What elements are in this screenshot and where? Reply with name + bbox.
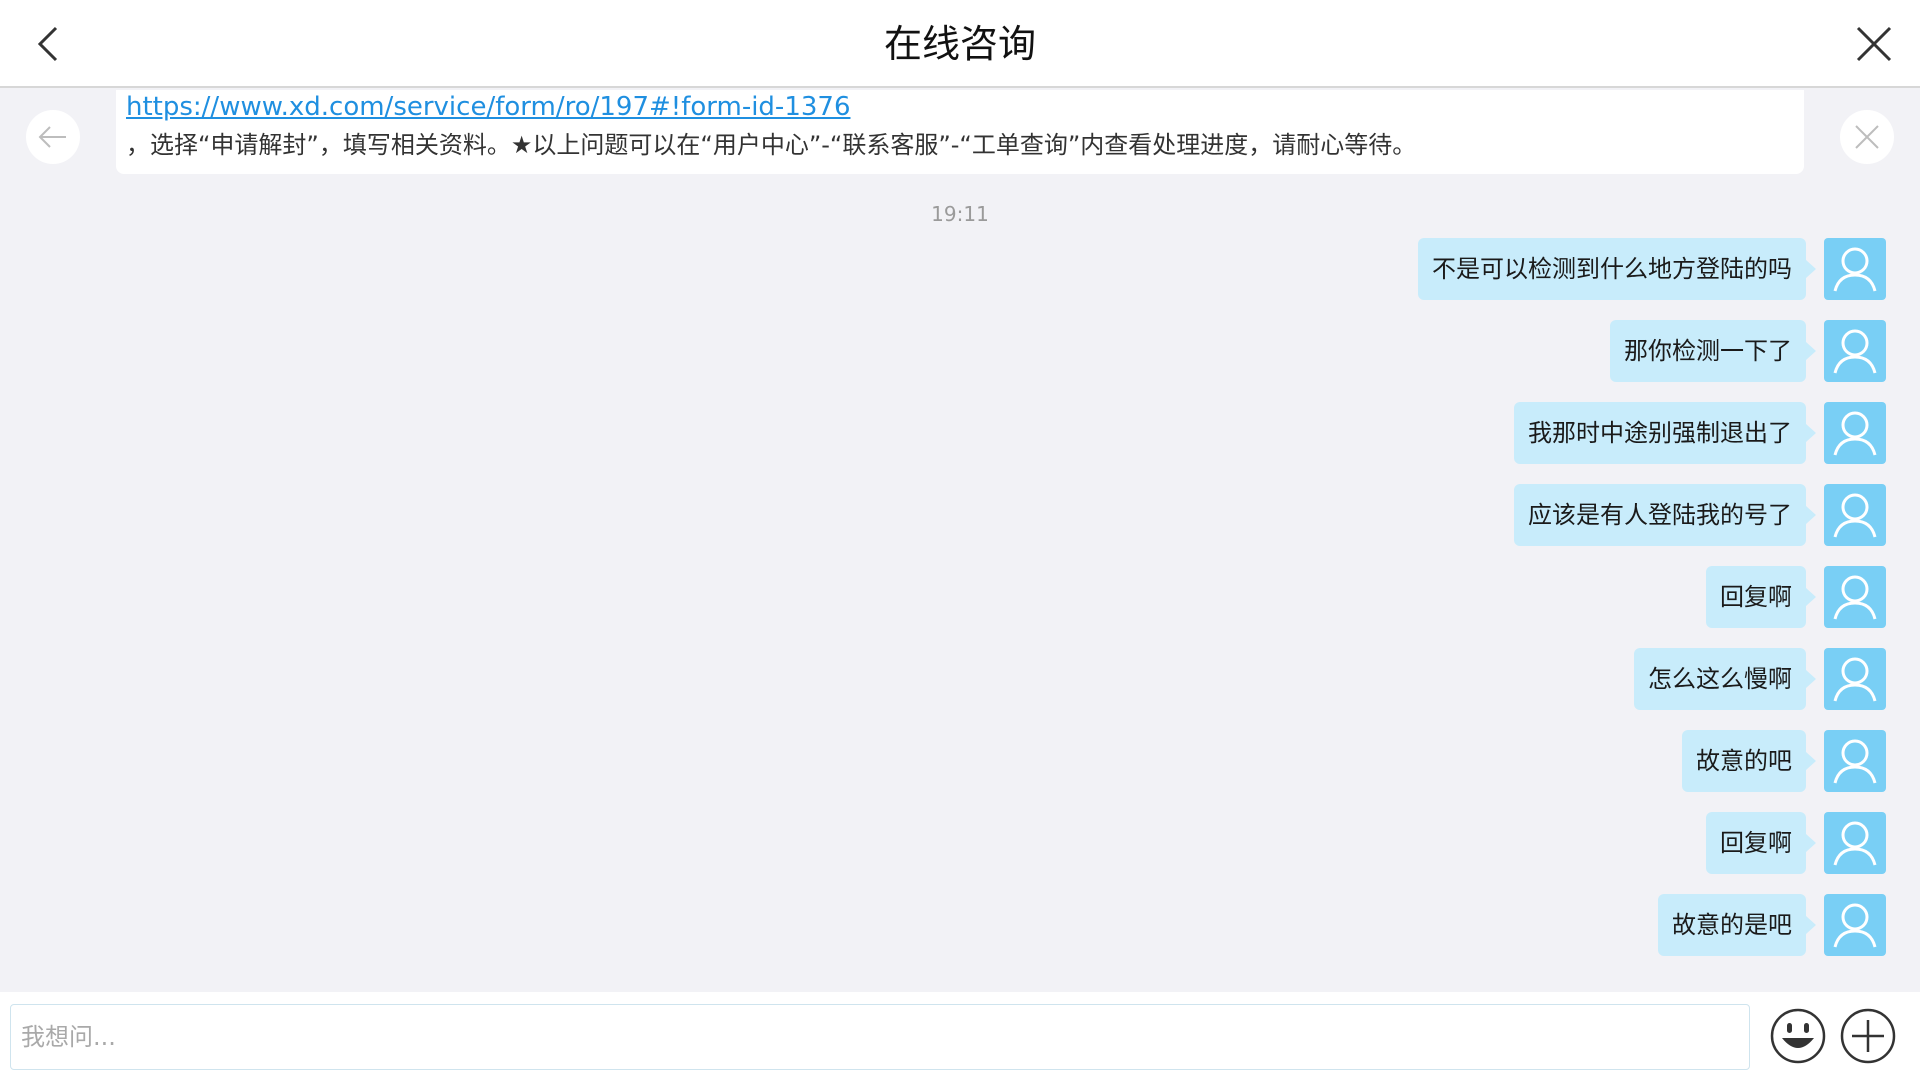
message-row: 我那时中途别强制退出了 (1514, 402, 1886, 464)
user-icon (1833, 575, 1877, 620)
message-row: 那你检测一下了 (1610, 320, 1886, 382)
user-message-bubble[interactable]: 不是可以检测到什么地方登陆的吗 (1418, 238, 1816, 300)
close-icon (1856, 26, 1892, 62)
agent-message-text: ，选择“申请解封”，填写相关资料。★以上问题可以在“用户中心”-“联系客服”-“… (126, 131, 1417, 159)
user-icon (1833, 903, 1877, 948)
agent-message-bubble: https://www.xd.com/service/form/ro/197#!… (116, 90, 1804, 174)
message-row: 回复啊 (1706, 566, 1886, 628)
message-row: 故意的是吧 (1658, 894, 1886, 956)
user-message-bubble[interactable]: 应该是有人登陆我的号了 (1514, 484, 1816, 546)
avatar[interactable] (1824, 238, 1886, 300)
user-icon (1833, 739, 1877, 784)
user-icon (1833, 821, 1877, 866)
message-timestamp: 19:11 (931, 202, 989, 226)
avatar[interactable] (1824, 484, 1886, 546)
user-icon (1833, 411, 1877, 456)
floating-back-button[interactable] (26, 110, 80, 164)
user-icon (1833, 493, 1877, 538)
plus-icon (1840, 1008, 1896, 1064)
avatar[interactable] (1824, 894, 1886, 956)
avatar[interactable] (1824, 566, 1886, 628)
avatar[interactable] (1824, 402, 1886, 464)
user-icon (1833, 247, 1877, 292)
avatar[interactable] (1824, 812, 1886, 874)
message-row: 怎么这么慢啊 (1634, 648, 1886, 710)
arrow-left-icon (38, 126, 66, 148)
chevron-left-icon (37, 26, 58, 62)
user-message-bubble[interactable]: 那你检测一下了 (1610, 320, 1816, 382)
header-bar: 在线咨询 (0, 0, 1920, 88)
message-row: 故意的吧 (1682, 730, 1886, 792)
avatar[interactable] (1824, 648, 1886, 710)
avatar[interactable] (1824, 730, 1886, 792)
chat-area[interactable]: https://www.xd.com/service/form/ro/197#!… (0, 90, 1920, 990)
back-button[interactable] (28, 22, 72, 66)
message-row: 回复啊 (1706, 812, 1886, 874)
user-icon (1833, 329, 1877, 374)
user-icon (1833, 657, 1877, 702)
user-message-bubble[interactable]: 我那时中途别强制退出了 (1514, 402, 1816, 464)
plus-button[interactable] (1838, 1006, 1898, 1066)
close-icon (1855, 125, 1879, 149)
message-row: 不是可以检测到什么地方登陆的吗 (1418, 238, 1886, 300)
service-form-link[interactable]: https://www.xd.com/service/form/ro/197#!… (126, 90, 850, 124)
emoji-icon (1770, 1008, 1826, 1064)
user-message-bubble[interactable]: 怎么这么慢啊 (1634, 648, 1816, 710)
input-bar (0, 992, 1920, 1080)
floating-close-button[interactable] (1840, 110, 1894, 164)
emoji-button[interactable] (1768, 1006, 1828, 1066)
user-message-bubble[interactable]: 故意的吧 (1682, 730, 1816, 792)
message-input[interactable] (10, 1004, 1750, 1070)
page-title: 在线咨询 (883, 22, 1036, 66)
user-message-bubble[interactable]: 故意的是吧 (1658, 894, 1816, 956)
close-button[interactable] (1852, 22, 1896, 66)
avatar[interactable] (1824, 320, 1886, 382)
user-message-bubble[interactable]: 回复啊 (1706, 812, 1816, 874)
message-row: 应该是有人登陆我的号了 (1514, 484, 1886, 546)
user-message-bubble[interactable]: 回复啊 (1706, 566, 1816, 628)
